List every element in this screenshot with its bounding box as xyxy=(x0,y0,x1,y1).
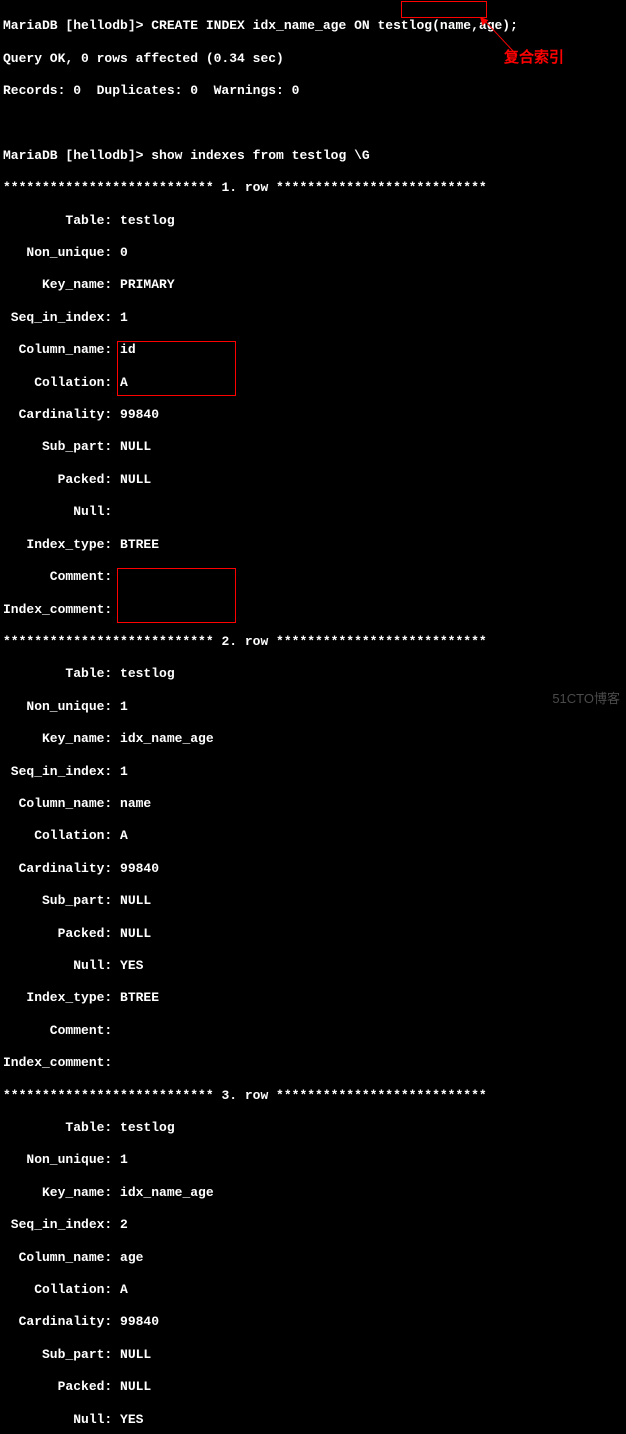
field-Key_name: Key_name: idx_name_age xyxy=(3,731,623,747)
prompt: MariaDB [hellodb]> xyxy=(3,148,151,163)
field-Key_name: Key_name: PRIMARY xyxy=(3,277,623,293)
cmd-line-1[interactable]: MariaDB [hellodb]> CREATE INDEX idx_name… xyxy=(3,18,623,34)
field-Column_name: Column_name: age xyxy=(3,1250,623,1266)
row-separator: *************************** 1. row *****… xyxy=(3,180,623,196)
field-Sub_part: Sub_part: NULL xyxy=(3,1347,623,1363)
field-Key_name: Key_name: idx_name_age xyxy=(3,1185,623,1201)
sql-tail: ; xyxy=(510,18,518,33)
field-Collation: Collation: A xyxy=(3,1282,623,1298)
annotation-label: 复合索引 xyxy=(504,50,564,66)
field-Null: Null: YES xyxy=(3,958,623,974)
blank-line xyxy=(3,115,623,131)
field-Collation: Collation: A xyxy=(3,375,623,391)
field-Sub_part: Sub_part: NULL xyxy=(3,893,623,909)
field-Null: Null: xyxy=(3,504,623,520)
sql-text: CREATE INDEX idx_name_age ON testlog xyxy=(151,18,432,33)
cmd-line-2[interactable]: MariaDB [hellodb]> show indexes from tes… xyxy=(3,148,623,164)
field-Table: Table: testlog xyxy=(3,1120,623,1136)
field-Packed: Packed: NULL xyxy=(3,1379,623,1395)
field-Cardinality: Cardinality: 99840 xyxy=(3,1314,623,1330)
field-Index_type: Index_type: BTREE xyxy=(3,537,623,553)
field-Comment: Comment: xyxy=(3,569,623,585)
field-Column_name: Column_name: name xyxy=(3,796,623,812)
prompt: MariaDB [hellodb]> xyxy=(3,18,151,33)
field-Packed: Packed: NULL xyxy=(3,472,623,488)
field-Table: Table: testlog xyxy=(3,213,623,229)
field-Table: Table: testlog xyxy=(3,666,623,682)
field-Index_comment: Index_comment: xyxy=(3,1055,623,1071)
field-Column_name: Column_name: id xyxy=(3,342,623,358)
field-Null: Null: YES xyxy=(3,1412,623,1428)
field-Seq_in_index: Seq_in_index: 1 xyxy=(3,764,623,780)
row-separator: *************************** 3. row *****… xyxy=(3,1088,623,1104)
field-Seq_in_index: Seq_in_index: 1 xyxy=(3,310,623,326)
row-separator: *************************** 2. row *****… xyxy=(3,634,623,650)
terminal: MariaDB [hellodb]> CREATE INDEX idx_name… xyxy=(0,0,626,1434)
field-Index_comment: Index_comment: xyxy=(3,602,623,618)
sql-args: (name,age) xyxy=(432,18,510,33)
field-Comment: Comment: xyxy=(3,1023,623,1039)
field-Index_type: Index_type: BTREE xyxy=(3,990,623,1006)
result-line: Records: 0 Duplicates: 0 Warnings: 0 xyxy=(3,83,623,99)
field-Sub_part: Sub_part: NULL xyxy=(3,439,623,455)
sql-text: show indexes from testlog \G xyxy=(151,148,369,163)
field-Cardinality: Cardinality: 99840 xyxy=(3,407,623,423)
field-Non_unique: Non_unique: 1 xyxy=(3,699,623,715)
field-Seq_in_index: Seq_in_index: 2 xyxy=(3,1217,623,1233)
field-Collation: Collation: A xyxy=(3,828,623,844)
field-Packed: Packed: NULL xyxy=(3,926,623,942)
field-Cardinality: Cardinality: 99840 xyxy=(3,861,623,877)
field-Non_unique: Non_unique: 1 xyxy=(3,1152,623,1168)
field-Non_unique: Non_unique: 0 xyxy=(3,245,623,261)
watermark: 51CTO博客 xyxy=(552,691,620,707)
